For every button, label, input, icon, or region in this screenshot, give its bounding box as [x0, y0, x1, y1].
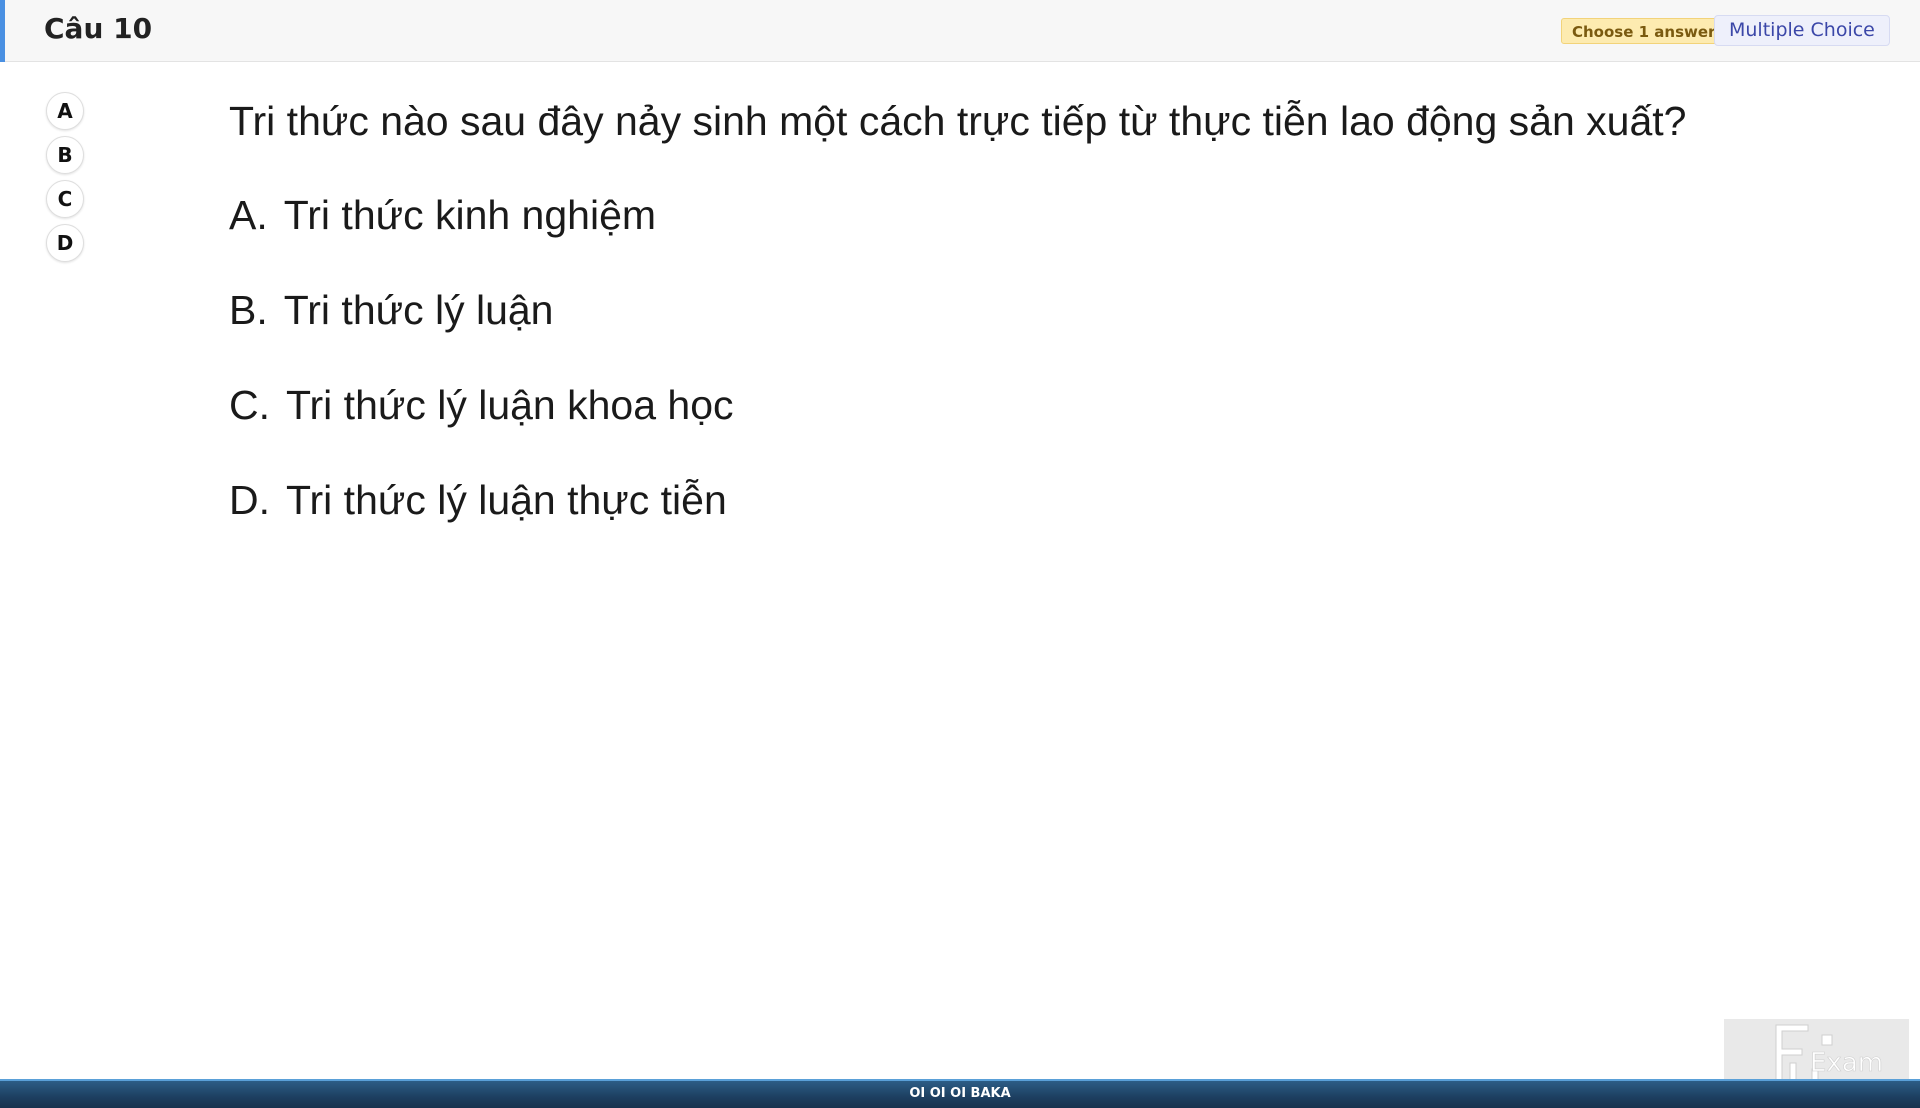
question-content: Tri thức nào sau đây nảy sinh một cách t…	[229, 93, 1829, 567]
option-letter: D.	[229, 477, 270, 523]
option-text: Tri thức lý luận	[283, 287, 554, 333]
option-text: Tri thức kinh nghiệm	[283, 192, 657, 238]
option-text: Tri thức lý luận thực tiễn	[286, 477, 727, 523]
answer-button-b[interactable]: B	[46, 136, 84, 174]
option-text: Tri thức lý luận khoa học	[286, 382, 734, 428]
answer-selector: A B C D	[46, 92, 86, 268]
question-title: Câu 10	[44, 12, 153, 45]
option-b: B. Tri thức lý luận	[229, 282, 1829, 338]
footer-text: OI OI OI BAKA	[909, 1086, 1011, 1101]
question-type-badge: Multiple Choice	[1714, 15, 1890, 46]
option-letter: A.	[229, 192, 268, 238]
question-header: Câu 10 Choose 1 answer Multiple Choice	[0, 0, 1920, 62]
option-d: D. Tri thức lý luận thực tiễn	[229, 472, 1829, 528]
logo-text: Exam	[1810, 1048, 1883, 1078]
answer-button-c[interactable]: C	[46, 180, 84, 218]
footer-bar: OI OI OI BAKA	[0, 1079, 1920, 1108]
option-a: A. Tri thức kinh nghiệm	[229, 187, 1829, 243]
question-stem: Tri thức nào sau đây nảy sinh một cách t…	[229, 98, 1687, 144]
option-letter: C.	[229, 382, 270, 428]
answer-button-d[interactable]: D	[46, 224, 84, 262]
option-c: C. Tri thức lý luận khoa học	[229, 377, 1829, 433]
option-letter: B.	[229, 287, 268, 333]
choose-answer-badge: Choose 1 answer	[1561, 18, 1727, 44]
header-accent-bar	[0, 0, 5, 62]
answer-button-a[interactable]: A	[46, 92, 84, 130]
exam-page: Câu 10 Choose 1 answer Multiple Choice A…	[0, 0, 1920, 1108]
